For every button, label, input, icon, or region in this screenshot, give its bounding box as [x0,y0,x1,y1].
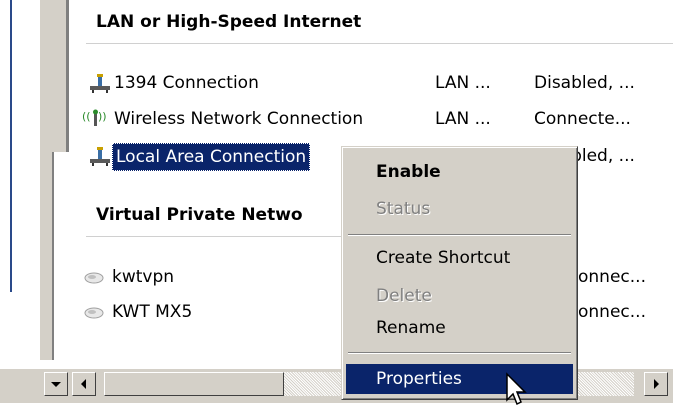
connection-name: kwtvpn [112,267,175,287]
svg-text:((: (( [82,110,91,123]
group-divider [86,43,673,44]
scroll-thumb[interactable] [104,372,284,396]
scroll-right-button[interactable] [644,372,668,396]
menu-item-rename[interactable]: Rename [346,313,573,343]
network-adapter-icon [88,145,112,167]
connection-name: KWT MX5 [112,302,193,322]
menu-item-create-shortcut[interactable]: Create Shortcut [346,243,573,273]
menu-item-enable[interactable]: Enable [346,157,573,187]
pane-divider[interactable] [40,152,52,360]
menu-item-status[interactable]: Status [346,194,573,224]
connection-name: Wireless Network Connection [114,109,364,129]
svg-text:)): )) [98,110,107,123]
connection-name: 1394 Connection [114,73,259,93]
list-item-1394[interactable]: 1394 Connection LAN ... Disabled, ... [86,70,673,96]
network-adapter-icon [88,72,112,94]
context-menu: Enable Status Create Shortcut Delete Ren… [341,146,578,400]
connection-type: LAN ... [435,73,491,93]
menu-item-properties[interactable]: Properties [346,364,573,394]
scroll-left-button[interactable] [72,372,96,396]
group-divider [86,236,341,237]
connection-name-selected: Local Area Connection [112,143,311,171]
vertical-scrollbar[interactable] [40,0,66,152]
vpn-connection-icon [82,301,106,323]
chevron-down-icon [51,382,61,387]
scrollbar-edge [66,0,69,152]
group-header-lan: LAN or High-Speed Internet [96,12,362,32]
connection-status: Disabled, ... [534,73,635,93]
menu-separator [348,352,571,354]
wireless-network-icon: (( )) [82,108,107,130]
mouse-pointer-icon [505,372,529,413]
connection-status: Connecte... [534,109,631,129]
menu-separator [348,234,571,236]
scroll-down-button[interactable] [44,372,68,396]
pane-divider-edge [52,152,54,360]
chevron-left-icon [81,379,86,389]
left-pane-border [10,0,12,292]
menu-item-delete[interactable]: Delete [346,281,573,311]
connection-type: LAN ... [435,109,491,129]
connection-status: onnec... [578,302,646,322]
group-header-vpn: Virtual Private Netwo [96,205,303,225]
list-item-wireless[interactable]: (( )) Wireless Network Connection LAN ..… [82,106,673,132]
connection-status: onnec... [578,267,646,287]
vpn-connection-icon [82,266,106,288]
chevron-right-icon [654,379,659,389]
